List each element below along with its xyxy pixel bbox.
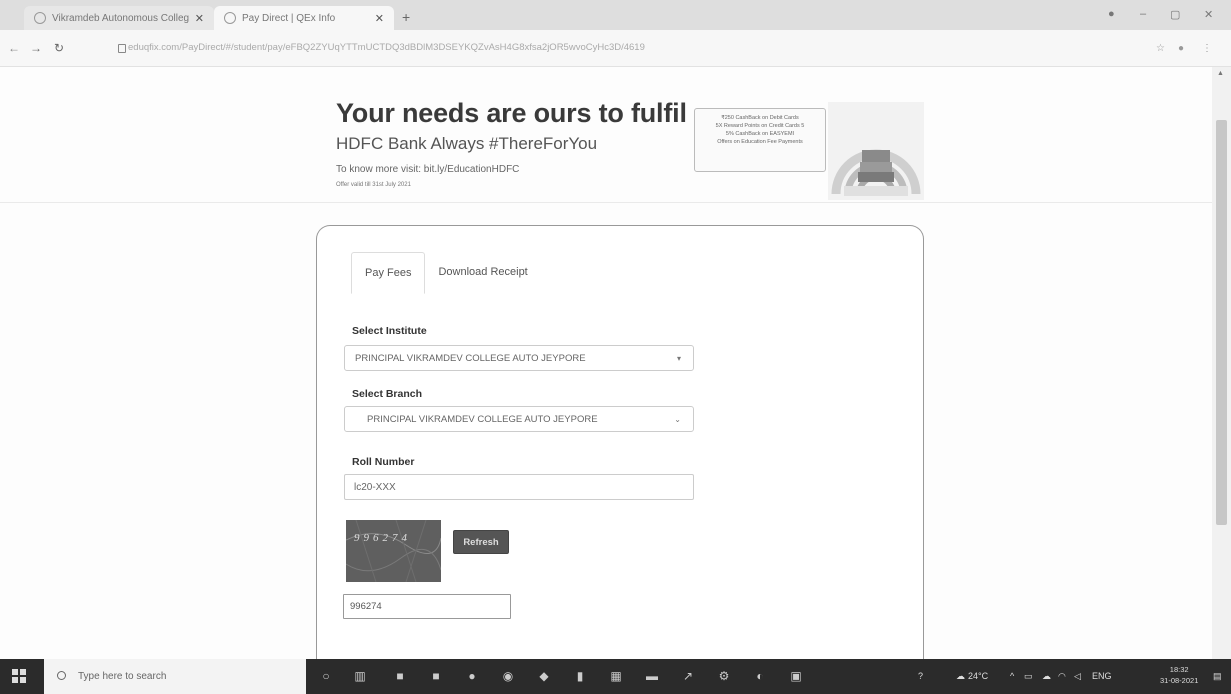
word-icon[interactable]: ■ — [428, 668, 444, 684]
dropdown-arrow-icon: ▾ — [676, 354, 681, 363]
branch-selected-value: PRINCIPAL VIKRAMDEV COLLEGE AUTO JEYPORE — [367, 414, 598, 425]
language-indicator[interactable]: ENG — [1092, 671, 1112, 681]
network-icon[interactable]: ▭ — [1024, 671, 1033, 682]
offer-line: 5X Reward Points on Credit Cards 5 — [715, 123, 805, 129]
banner-title: Your needs are ours to fulfil — [336, 98, 687, 128]
volume-icon[interactable]: ◁ — [1074, 671, 1081, 682]
banner-divider — [0, 202, 1231, 203]
loading-icon — [224, 12, 236, 24]
banner-fine-print: Offer valid till 31st July 2021 — [336, 182, 411, 188]
roll-number-label: Roll Number — [352, 456, 415, 468]
institute-select[interactable]: PRINCIPAL VIKRAMDEV COLLEGE AUTO JEYPORE… — [344, 345, 694, 371]
banner-graphic-icon — [828, 102, 924, 200]
taskbar-clock[interactable]: 18:32 31-08-2021 — [1160, 664, 1198, 686]
app-icon[interactable]: ◆ — [536, 668, 552, 684]
branch-label: Select Branch — [352, 388, 423, 400]
institute-label: Select Institute — [352, 325, 427, 337]
banner-link-text: To know more visit: bit.ly/EducationHDFC — [336, 164, 520, 175]
menu-dots-icon[interactable]: ⋮ — [1202, 43, 1212, 54]
taskbar-search-box[interactable]: Type here to search — [44, 659, 306, 694]
windows-taskbar: Type here to search ○ ▥ ■ ■ ● ◉ ◆ ▮ ▦ ▬ … — [0, 659, 1231, 694]
minimize-button[interactable]: – — [1140, 8, 1146, 20]
back-arrow-icon[interactable]: ← — [8, 41, 20, 55]
file-icon[interactable]: ▮ — [572, 668, 588, 684]
offer-box: ₹250 CashBack on Debit Cards 5X Reward P… — [694, 108, 826, 172]
search-icon — [57, 671, 66, 680]
app-icon[interactable]: ● — [464, 668, 480, 684]
offer-line: ₹250 CashBack on Debit Cards — [721, 115, 799, 121]
browser-toolbar: ← → ↻ eduqfix.com/PayDirect/#/student/pa… — [0, 30, 1231, 67]
store-icon[interactable]: ▦ — [608, 668, 624, 684]
browser-tab-active[interactable]: Pay Direct | QEx Info ✕ — [214, 6, 394, 30]
wifi-icon[interactable]: ◠ — [1058, 671, 1066, 682]
tab-pay-fees[interactable]: Pay Fees — [351, 252, 426, 294]
institute-selected-value: PRINCIPAL VIKRAMDEV COLLEGE AUTO JEYPORE — [355, 353, 586, 364]
settings-gear-icon[interactable]: ⚙ — [716, 668, 732, 684]
weather-temperature[interactable]: 24°C — [968, 671, 988, 681]
windows-start-icon[interactable] — [12, 669, 26, 683]
scrollbar-thumb[interactable] — [1216, 120, 1227, 525]
app-icon[interactable]: ▣ — [788, 668, 804, 684]
forward-arrow-icon[interactable]: → — [30, 41, 42, 55]
address-bar[interactable]: eduqfix.com/PayDirect/#/student/pay/eFBQ… — [114, 38, 1138, 58]
account-icon[interactable]: ● — [1178, 43, 1184, 54]
tray-chevron-up-icon[interactable]: ^ — [1010, 671, 1014, 681]
close-tab-icon[interactable]: ✕ — [195, 12, 204, 25]
captcha-image: 996274 — [346, 520, 441, 582]
search-placeholder: Type here to search — [78, 671, 167, 682]
site-favicon-icon — [34, 12, 46, 24]
browser-tab-label: Pay Direct | QEx Info — [242, 12, 336, 24]
banner-subtitle: HDFC Bank Always #ThereForYou — [336, 134, 598, 153]
new-tab-button[interactable]: + — [402, 9, 410, 25]
bookmark-star-icon[interactable]: ☆ — [1156, 43, 1165, 54]
profile-icon[interactable]: ● — [1108, 8, 1115, 20]
chevron-down-icon: ⌄ — [674, 415, 681, 424]
browser-tab-label: Vikramdeb Autonomous Colleg — [52, 12, 189, 24]
chrome-icon[interactable]: ◉ — [500, 668, 516, 684]
hdfc-banner[interactable]: Your needs are ours to fulfil HDFC Bank … — [322, 96, 926, 204]
clock-time: 18:32 — [1169, 665, 1189, 674]
browser-tab[interactable]: Vikramdeb Autonomous Colleg ✕ — [24, 6, 214, 30]
tab-download-receipt[interactable]: Download Receipt — [425, 252, 540, 292]
payment-form-card: Pay Fees Download Receipt Select Institu… — [316, 225, 924, 686]
excel-icon[interactable]: ■ — [392, 668, 408, 684]
weather-cloud-icon: ☁ — [956, 671, 965, 681]
mail-icon[interactable]: ▬ — [644, 668, 660, 684]
form-tabs: Pay Fees Download Receipt — [351, 252, 541, 296]
onedrive-cloud-icon[interactable]: ☁ — [1042, 671, 1051, 682]
refresh-captcha-button[interactable]: Refresh — [453, 530, 509, 554]
scroll-up-icon[interactable]: ▲ — [1217, 70, 1224, 77]
offer-line: 5% CashBack on EASYEMI — [725, 131, 795, 137]
close-window-button[interactable]: ✕ — [1204, 8, 1213, 21]
help-icon[interactable]: ? — [918, 671, 923, 681]
captcha-input[interactable] — [343, 594, 511, 619]
notification-icon[interactable]: ▤ — [1213, 671, 1222, 682]
app-icon[interactable]: ◐ — [752, 668, 768, 684]
offer-line: Offers on Education Fee Payments — [717, 139, 803, 145]
cortana-icon[interactable]: ○ — [318, 668, 334, 684]
clock-date: 31-08-2021 — [1160, 676, 1199, 685]
branch-select[interactable]: PRINCIPAL VIKRAMDEV COLLEGE AUTO JEYPORE… — [344, 406, 694, 432]
browser-tab-strip: Vikramdeb Autonomous Colleg ✕ Pay Direct… — [0, 0, 1231, 30]
captcha-noise — [346, 520, 441, 582]
captcha-text: 996274 — [354, 532, 411, 544]
reload-icon[interactable]: ↻ — [54, 41, 64, 55]
roll-number-input[interactable] — [344, 474, 694, 500]
maximize-button[interactable]: ▢ — [1170, 8, 1180, 21]
task-view-icon[interactable]: ▥ — [352, 668, 368, 684]
close-tab-icon[interactable]: ✕ — [375, 12, 384, 25]
app-icon[interactable]: ↗ — [680, 668, 696, 684]
